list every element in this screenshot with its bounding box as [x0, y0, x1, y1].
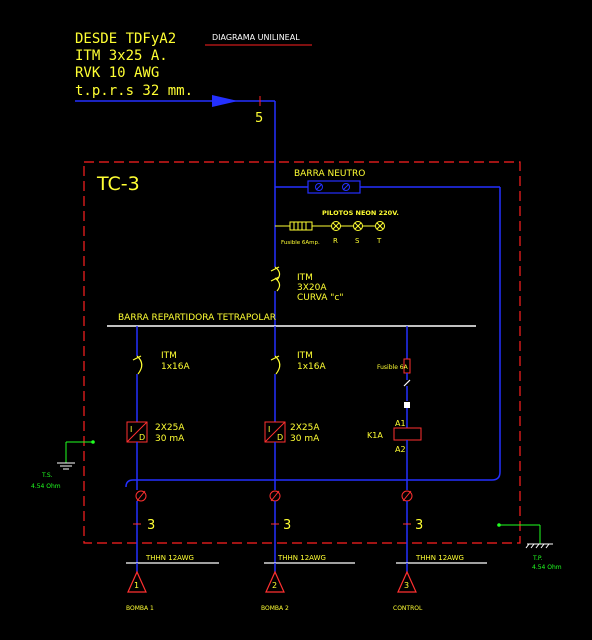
circuit-3-number: 3: [404, 581, 409, 590]
circuit-1: ITM 1x16A I D 2X25A 30 mA 3 THHN 12AWG 1…: [126, 326, 219, 612]
circuit-2-count: 3: [283, 518, 291, 533]
feeder-number: 5: [255, 111, 263, 126]
ground-icon: [525, 543, 553, 549]
breaker-icon: [270, 355, 281, 375]
svg-text:D: D: [277, 433, 283, 442]
circuit-2-itm: ITM: [297, 351, 313, 361]
svg-text:I: I: [268, 425, 270, 434]
circuit-1-itm: ITM: [161, 351, 177, 361]
circuit-3-name: CONTROL: [393, 605, 423, 612]
main-breaker-line-2: 3X20A: [297, 283, 327, 293]
circuit-2-name: BOMBA 2: [261, 605, 289, 612]
circuit-3-count: 3: [415, 518, 423, 533]
source-line-2: ITM 3x25 A.: [75, 48, 168, 64]
circuit-1-cable: THHN 12AWG: [145, 554, 194, 562]
circuit-3-cable: THHN 12AWG: [415, 554, 464, 562]
breaker-icon: [132, 355, 143, 375]
ground-left-label: T.S.: [41, 472, 53, 479]
circuit-1-count: 3: [147, 518, 155, 533]
coil-label: K1A: [367, 431, 383, 440]
main-breaker-line-1: ITM: [297, 273, 313, 283]
main-breaker-icon: [270, 266, 281, 292]
pilot-fuse-icon: [289, 221, 313, 231]
circuit-3-fuse: Fusible 6A: [377, 364, 409, 371]
circuit-2-itm-rating: 1x16A: [297, 362, 327, 372]
ground-right-value: 4.54 Ohm: [532, 564, 562, 571]
pilots-title: PILOTOS NEON 220V.: [322, 209, 399, 217]
contact-point-icon: [404, 402, 410, 408]
ground-left: T.S. 4.54 Ohm: [31, 440, 95, 490]
svg-text:D: D: [139, 433, 145, 442]
pilot-phase-t: T: [376, 237, 382, 245]
coil-a2: A2: [395, 445, 406, 454]
circuit-2-rcd-sens: 30 mA: [290, 434, 320, 444]
circuit-2-rcd-rating: 2X25A: [290, 423, 320, 433]
coil-a1: A1: [395, 419, 406, 428]
ground-icon: [57, 462, 75, 470]
ground-right: T.P. 4.54 Ohm: [497, 523, 562, 571]
circuit-1-number: 1: [134, 581, 139, 590]
source-line-3: RVK 10 AWG: [75, 65, 159, 81]
pilot-phase-r: R: [333, 237, 338, 245]
svg-text:I: I: [130, 425, 132, 434]
source-line-1: DESDE TDFyA2: [75, 31, 176, 47]
main-breaker-line-3: CURVA "c": [297, 293, 343, 303]
coil-icon: [393, 427, 422, 441]
circuit-2-cable: THHN 12AWG: [277, 554, 326, 562]
circuit-2-number: 2: [272, 581, 277, 590]
ground-right-label: T.P.: [532, 555, 543, 562]
rcd-icon: I D: [264, 421, 286, 443]
circuit-1-itm-rating: 1x16A: [161, 362, 191, 372]
feeder-arrow-icon: [212, 95, 238, 107]
contact-icon: [403, 379, 411, 387]
circuit-1-rcd-sens: 30 mA: [155, 434, 185, 444]
circuit-3: Fusible 6A A1 K1A A2 3 THHN 12AWG 3 CONT…: [367, 326, 487, 612]
diagram-title: DIAGRAMA UNILINEAL: [212, 33, 300, 42]
circuit-2: ITM 1x16A I D 2X25A 30 mA 3 THHN 12AWG 2…: [261, 326, 355, 612]
rcd-icon: I D: [126, 421, 148, 443]
ground-left-value: 4.54 Ohm: [31, 483, 61, 490]
distribution-bar-label: BARRA REPARTIDORA TETRAPOLAR: [118, 313, 276, 323]
panel-name: TC-3: [96, 173, 140, 195]
source-line-4: t.p.r.s 32 mm.: [75, 83, 193, 99]
pilot-fuse-label: Fusible 6Amp.: [281, 240, 320, 246]
neutral-bar-label: BARRA NEUTRO: [294, 169, 365, 179]
circuit-1-name: BOMBA 1: [126, 605, 154, 612]
pilot-phase-s: S: [355, 237, 360, 245]
single-line-diagram: DESDE TDFyA2 ITM 3x25 A. RVK 10 AWG t.p.…: [31, 31, 562, 612]
circuit-1-rcd-rating: 2X25A: [155, 423, 185, 433]
